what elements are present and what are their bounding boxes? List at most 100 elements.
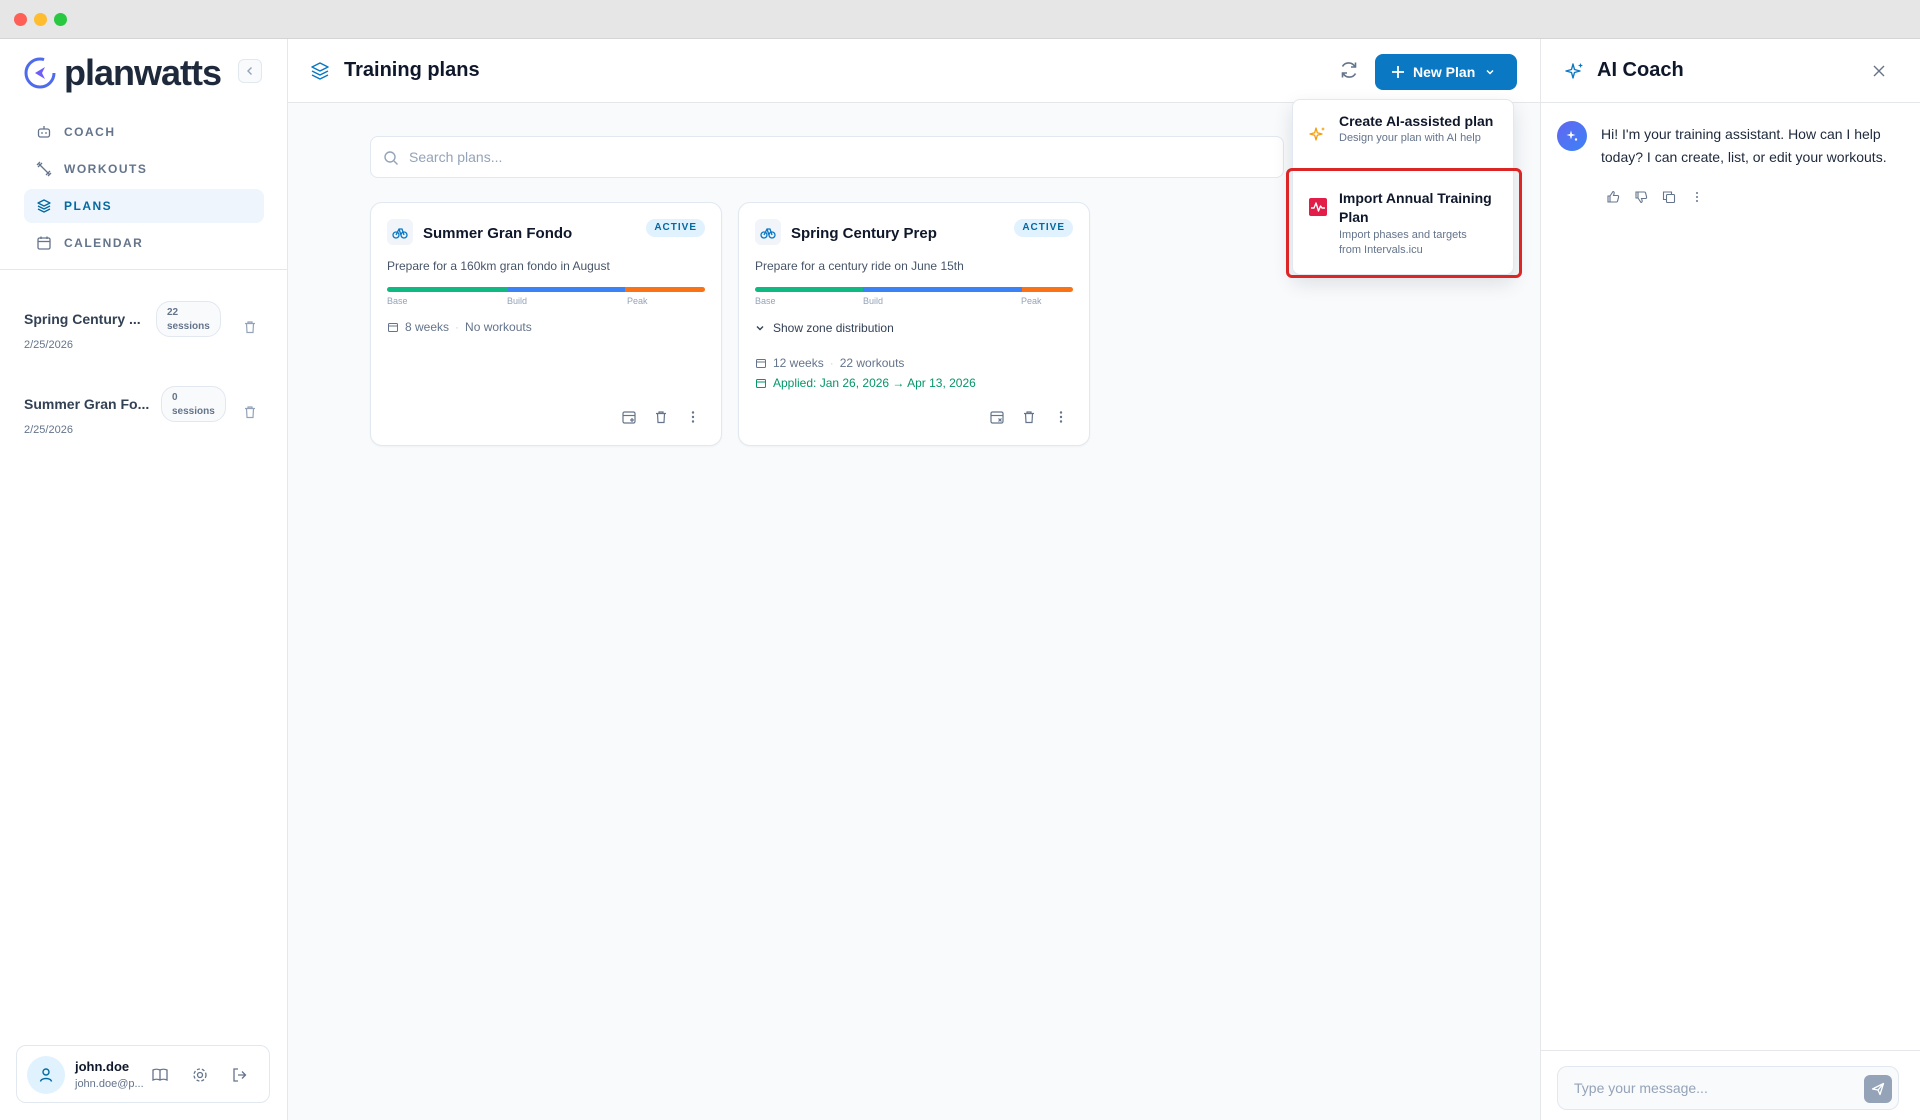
- trash-icon[interactable]: [242, 404, 258, 420]
- zone-label-build: Build: [507, 296, 528, 306]
- zone-bar: [387, 287, 705, 292]
- chevron-down-icon: [1486, 69, 1494, 75]
- more-vertical-icon[interactable]: [1689, 189, 1705, 205]
- user-email: john.doe@p...: [75, 1078, 144, 1090]
- plan-card-meta: 12 weeks · 22 workouts: [755, 356, 904, 370]
- message-input[interactable]: [1574, 1067, 1854, 1109]
- meta-separator: ·: [829, 356, 834, 370]
- sessions-unit: sessions: [167, 321, 210, 332]
- zone-segment-peak: [1022, 287, 1073, 292]
- zone-label-peak: Peak: [627, 296, 648, 306]
- plan-applied-text: Applied: Jan 26, 2026 → Apr 13, 2026: [773, 376, 976, 390]
- window-titlebar: [0, 0, 1920, 39]
- sidebar-divider: [0, 269, 288, 270]
- page-header: Training plans New Plan: [288, 39, 1540, 103]
- calendar-check-icon: [756, 379, 766, 388]
- sidebar-plan-date: 2/25/2026: [24, 339, 73, 351]
- assistant-avatar: [1557, 121, 1587, 151]
- close-icon[interactable]: [1871, 63, 1887, 79]
- user-name: john.doe: [75, 1059, 130, 1074]
- chevron-left-icon: [247, 67, 252, 75]
- more-vertical-icon[interactable]: [1049, 405, 1073, 429]
- sessions-count: 0: [172, 392, 178, 403]
- assistant-message: Hi! I'm your training assistant. How can…: [1601, 126, 1887, 165]
- refresh-icon[interactable]: [1338, 59, 1360, 81]
- dumbbell-icon: [36, 161, 52, 177]
- trash-icon[interactable]: [1017, 405, 1041, 429]
- avatar[interactable]: [27, 1056, 65, 1094]
- plan-card-meta: 8 weeks · No workouts: [387, 320, 532, 334]
- collapse-sidebar-button[interactable]: [238, 59, 262, 83]
- zone-bar: [755, 287, 1073, 292]
- minimize-window-button[interactable]: [34, 13, 47, 26]
- trash-icon[interactable]: [242, 319, 258, 335]
- gear-icon[interactable]: [191, 1066, 209, 1084]
- remove-from-calendar-icon[interactable]: [985, 405, 1009, 429]
- user-icon: [39, 1068, 53, 1082]
- sessions-badge: 0 sessions: [161, 386, 226, 422]
- nav-item-coach[interactable]: COACH: [24, 115, 264, 149]
- search-box: [370, 136, 1284, 178]
- apply-to-calendar-icon[interactable]: [617, 405, 641, 429]
- thumbs-down-icon[interactable]: [1633, 189, 1649, 205]
- maximize-window-button[interactable]: [54, 13, 67, 26]
- menu-item-subtitle: Design your plan with AI help: [1339, 132, 1481, 144]
- meta-separator: ·: [455, 320, 460, 334]
- calendar-icon: [388, 323, 398, 332]
- message-composer: [1557, 1066, 1899, 1110]
- planwatts-logo-icon: [24, 57, 56, 89]
- plan-weeks: 8 weeks: [405, 320, 450, 334]
- copy-icon[interactable]: [1661, 189, 1677, 205]
- ai-coach-header: AI Coach: [1541, 39, 1920, 103]
- nav-item-calendar[interactable]: CALENDAR: [24, 226, 264, 260]
- app-logo[interactable]: planwatts: [24, 53, 222, 93]
- sparkles-icon: [1309, 127, 1325, 141]
- close-window-button[interactable]: [14, 13, 27, 26]
- page-title: Training plans: [344, 59, 480, 81]
- zone-segment-base: [387, 287, 508, 292]
- thumbs-up-icon[interactable]: [1605, 189, 1621, 205]
- sidebar-plan-item[interactable]: Spring Century ... 22 sessions 2/25/2026: [24, 301, 264, 361]
- sidebar: planwatts COACH WORKOUTS PLANS CALENDAR …: [0, 39, 288, 1120]
- zone-label-build: Build: [863, 296, 884, 306]
- zone-label-base: Base: [755, 296, 776, 306]
- nav-label: COACH: [64, 125, 116, 139]
- send-button[interactable]: [1864, 1075, 1892, 1103]
- nav-item-plans[interactable]: PLANS: [24, 189, 264, 223]
- calendar-icon: [756, 359, 766, 368]
- chevron-down-icon: [756, 326, 764, 331]
- sessions-badge: 22 sessions: [156, 301, 221, 337]
- show-zone-distribution-toggle[interactable]: Show zone distribution: [755, 321, 894, 335]
- plan-card-actions: [977, 405, 1073, 429]
- nav-label: CALENDAR: [64, 236, 144, 250]
- new-plan-button[interactable]: New Plan: [1375, 54, 1517, 90]
- sidebar-plan-title: Spring Century ...: [24, 311, 141, 327]
- sidebar-plan-title: Summer Gran Fo...: [24, 396, 150, 412]
- more-vertical-icon[interactable]: [681, 405, 705, 429]
- plan-card[interactable]: Spring Century Prep ACTIVE Prepare for a…: [738, 202, 1090, 446]
- trash-icon[interactable]: [649, 405, 673, 429]
- plan-weeks: 12 weeks: [773, 356, 824, 370]
- status-badge: ACTIVE: [646, 219, 705, 237]
- menu-item-create-ai-plan[interactable]: Create AI-assisted plan Design your plan…: [1293, 100, 1515, 166]
- zone-segment-build: [507, 287, 626, 292]
- plan-card[interactable]: Summer Gran Fondo ACTIVE Prepare for a 1…: [370, 202, 722, 446]
- layers-icon: [37, 199, 51, 213]
- new-plan-label: New Plan: [1413, 64, 1476, 80]
- logout-icon[interactable]: [231, 1066, 249, 1084]
- nav-item-workouts[interactable]: WORKOUTS: [24, 152, 264, 186]
- message-actions: [1605, 189, 1717, 205]
- plan-card-actions: [609, 405, 705, 429]
- send-icon: [1871, 1082, 1885, 1096]
- ai-coach-title: AI Coach: [1597, 59, 1684, 81]
- plan-applied-range: Applied: Jan 26, 2026 → Apr 13, 2026: [755, 376, 976, 390]
- ai-coach-panel: AI Coach Hi! I'm your training assistant…: [1540, 39, 1920, 1120]
- plan-card-title: Spring Century Prep: [791, 225, 937, 242]
- book-icon[interactable]: [151, 1066, 169, 1084]
- calendar-icon: [37, 236, 51, 250]
- bike-icon: [387, 219, 413, 245]
- plan-card-description: Prepare for a century ride on June 15th: [755, 259, 964, 273]
- sidebar-plan-item[interactable]: Summer Gran Fo... 0 sessions 2/25/2026: [24, 386, 264, 446]
- search-input[interactable]: [409, 137, 1269, 177]
- nav-label: WORKOUTS: [64, 162, 148, 176]
